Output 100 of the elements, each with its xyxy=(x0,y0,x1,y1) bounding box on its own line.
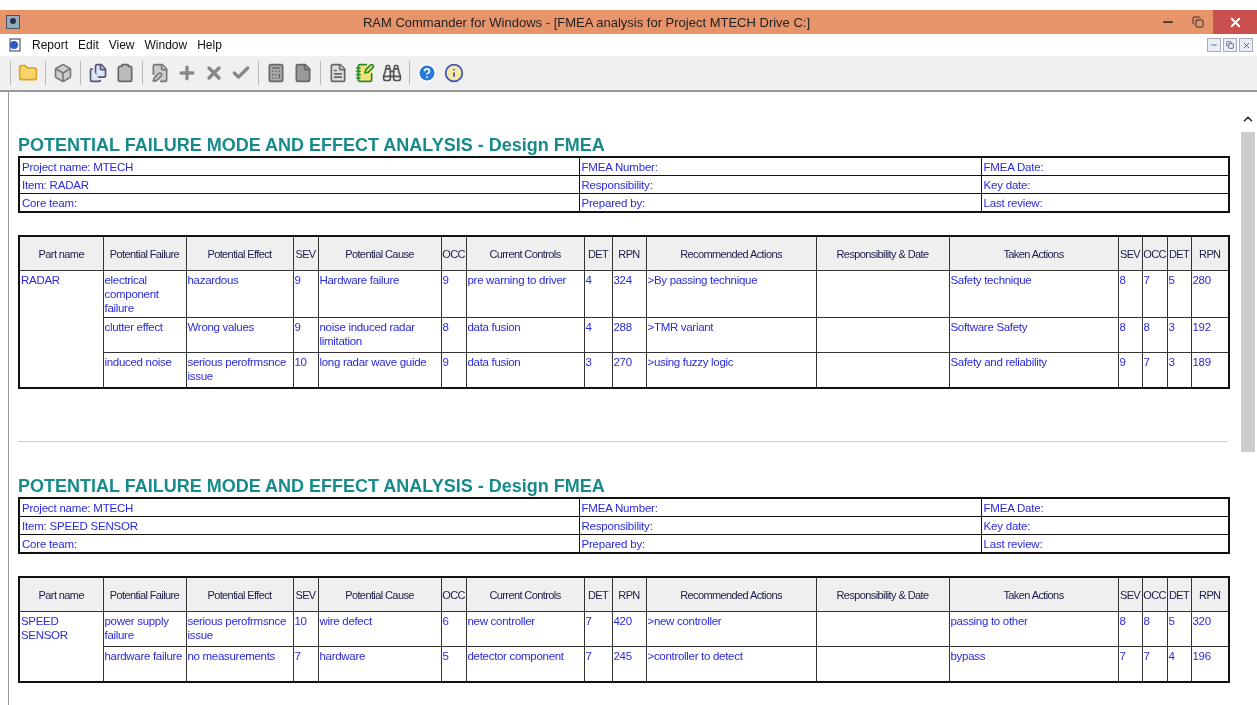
table-cell: 5 xyxy=(1167,611,1191,647)
table-cell: 7 xyxy=(293,646,318,682)
column-header: RPN xyxy=(1191,236,1229,271)
info-cell: Prepared by: xyxy=(579,534,981,553)
menu-item[interactable]: Help xyxy=(197,38,222,52)
info-cell: Responsibility: xyxy=(579,175,981,194)
table-cell: detector component xyxy=(466,646,584,682)
column-header: OCC xyxy=(441,236,466,271)
column-header: Recommended Actions xyxy=(646,236,816,271)
calculator-icon[interactable] xyxy=(266,63,286,83)
table-cell: 4 xyxy=(1167,646,1191,682)
table-cell: 420 xyxy=(612,611,646,647)
table-cell: 270 xyxy=(612,352,646,388)
menu-item[interactable]: Window xyxy=(144,38,188,52)
table-cell: 3 xyxy=(584,352,612,388)
table-cell: SPEED SENSOR xyxy=(19,611,103,682)
table-cell: 245 xyxy=(612,646,646,682)
column-header: Part name xyxy=(19,577,103,612)
table-cell: power supply failure xyxy=(103,611,186,647)
table-cell: 7 xyxy=(1118,646,1142,682)
table-cell: 324 xyxy=(612,270,646,318)
file-icon[interactable] xyxy=(293,63,313,83)
column-header: RPN xyxy=(612,577,646,612)
column-header: Potential Failure xyxy=(103,577,186,612)
table-cell: clutter effect xyxy=(103,317,186,353)
info-cell: Project name: MTECH xyxy=(19,157,579,176)
column-header: Current Controls xyxy=(466,577,584,612)
table-cell: 9 xyxy=(293,270,318,318)
column-header: Responsibility & Date xyxy=(816,236,949,271)
table-cell: Hardware failure xyxy=(318,270,441,318)
table-cell: 7 xyxy=(584,646,612,682)
column-header: OCC xyxy=(1142,577,1167,612)
menu-item[interactable]: View xyxy=(108,38,135,52)
table-cell: data fusion xyxy=(466,317,584,353)
close-button[interactable] xyxy=(1213,10,1257,34)
table-cell: new controller xyxy=(466,611,584,647)
table-cell: 9 xyxy=(1118,352,1142,388)
table-cell: 6 xyxy=(441,611,466,647)
cube-icon[interactable] xyxy=(53,63,73,83)
info-cell: FMEA Number: xyxy=(579,498,981,517)
column-header: SEV xyxy=(1118,577,1142,612)
copy-icon[interactable] xyxy=(88,63,108,83)
restore-button[interactable] xyxy=(1223,38,1237,52)
table-cell: 8 xyxy=(441,317,466,353)
form-icon[interactable] xyxy=(150,63,170,83)
delete-icon[interactable] xyxy=(204,63,224,83)
table-cell: 3 xyxy=(1167,352,1191,388)
info-cell: Project name: MTECH xyxy=(19,498,579,517)
table-cell: 7 xyxy=(1142,352,1167,388)
app-icon xyxy=(6,15,20,29)
info-cell: Item: SPEED SENSOR xyxy=(19,516,579,535)
table-cell: long radar wave guide xyxy=(318,352,441,388)
table-cell: 5 xyxy=(441,646,466,682)
column-header: Taken Actions xyxy=(949,577,1118,612)
column-header: RPN xyxy=(612,236,646,271)
info-cell: FMEA Number: xyxy=(579,157,981,176)
report-icon[interactable] xyxy=(328,63,348,83)
menu-item[interactable]: Report xyxy=(32,38,69,52)
table-cell: 4 xyxy=(584,270,612,318)
table-cell: >controller to detect xyxy=(646,646,816,682)
column-header: Potential Failure xyxy=(103,236,186,271)
table-cell: data fusion xyxy=(466,352,584,388)
binoculars-icon[interactable] xyxy=(382,63,402,83)
column-header: Current Controls xyxy=(466,236,584,271)
column-header: Potential Effect xyxy=(186,577,293,612)
column-header: DET xyxy=(1167,236,1191,271)
info-cell: Core team: xyxy=(19,534,579,553)
table-cell: 10 xyxy=(293,611,318,647)
column-header: Part name xyxy=(19,236,103,271)
column-header: Recommended Actions xyxy=(646,577,816,612)
notepad-pencil-icon[interactable] xyxy=(355,63,375,83)
report-heading: POTENTIAL FAILURE MODE AND EFFECT ANALYSIS - Design FMEA xyxy=(18,134,606,156)
table-cell: induced noise xyxy=(103,352,186,388)
table-cell: 4 xyxy=(584,317,612,353)
table-cell: 9 xyxy=(293,317,318,353)
window-title: RAM Commander for Windows - [FMEA analysis for Project MTECH Drive C:] xyxy=(361,14,812,30)
table-cell: pre warning to driver xyxy=(466,270,584,318)
document-icon xyxy=(8,38,22,52)
restore-icon xyxy=(1192,16,1204,28)
table-cell: hardware xyxy=(318,646,441,682)
minimize-icon xyxy=(1210,41,1218,49)
menu-item[interactable]: Edit xyxy=(78,38,99,52)
help-icon[interactable] xyxy=(417,63,437,83)
plus-icon[interactable] xyxy=(177,63,197,83)
clipboard-icon[interactable] xyxy=(115,63,135,83)
close-icon xyxy=(1241,40,1251,50)
table-cell: bypass xyxy=(949,646,1118,682)
info-cell: Prepared by: xyxy=(579,193,981,212)
scroll-thumb[interactable] xyxy=(1240,132,1255,452)
table-cell: serious perofrmsnce issue xyxy=(186,611,293,647)
table-cell: hardware failure xyxy=(103,646,186,682)
info-icon[interactable] xyxy=(444,63,464,83)
column-header: DET xyxy=(584,236,612,271)
column-header: SEV xyxy=(293,236,318,271)
close-button[interactable] xyxy=(1239,38,1253,52)
table-cell: 8 xyxy=(1118,270,1142,318)
column-header: Potential Effect xyxy=(186,236,293,271)
table-cell: RADAR xyxy=(19,270,103,388)
table-cell: 8 xyxy=(1118,317,1142,353)
column-header: Potential Cause xyxy=(318,577,441,612)
